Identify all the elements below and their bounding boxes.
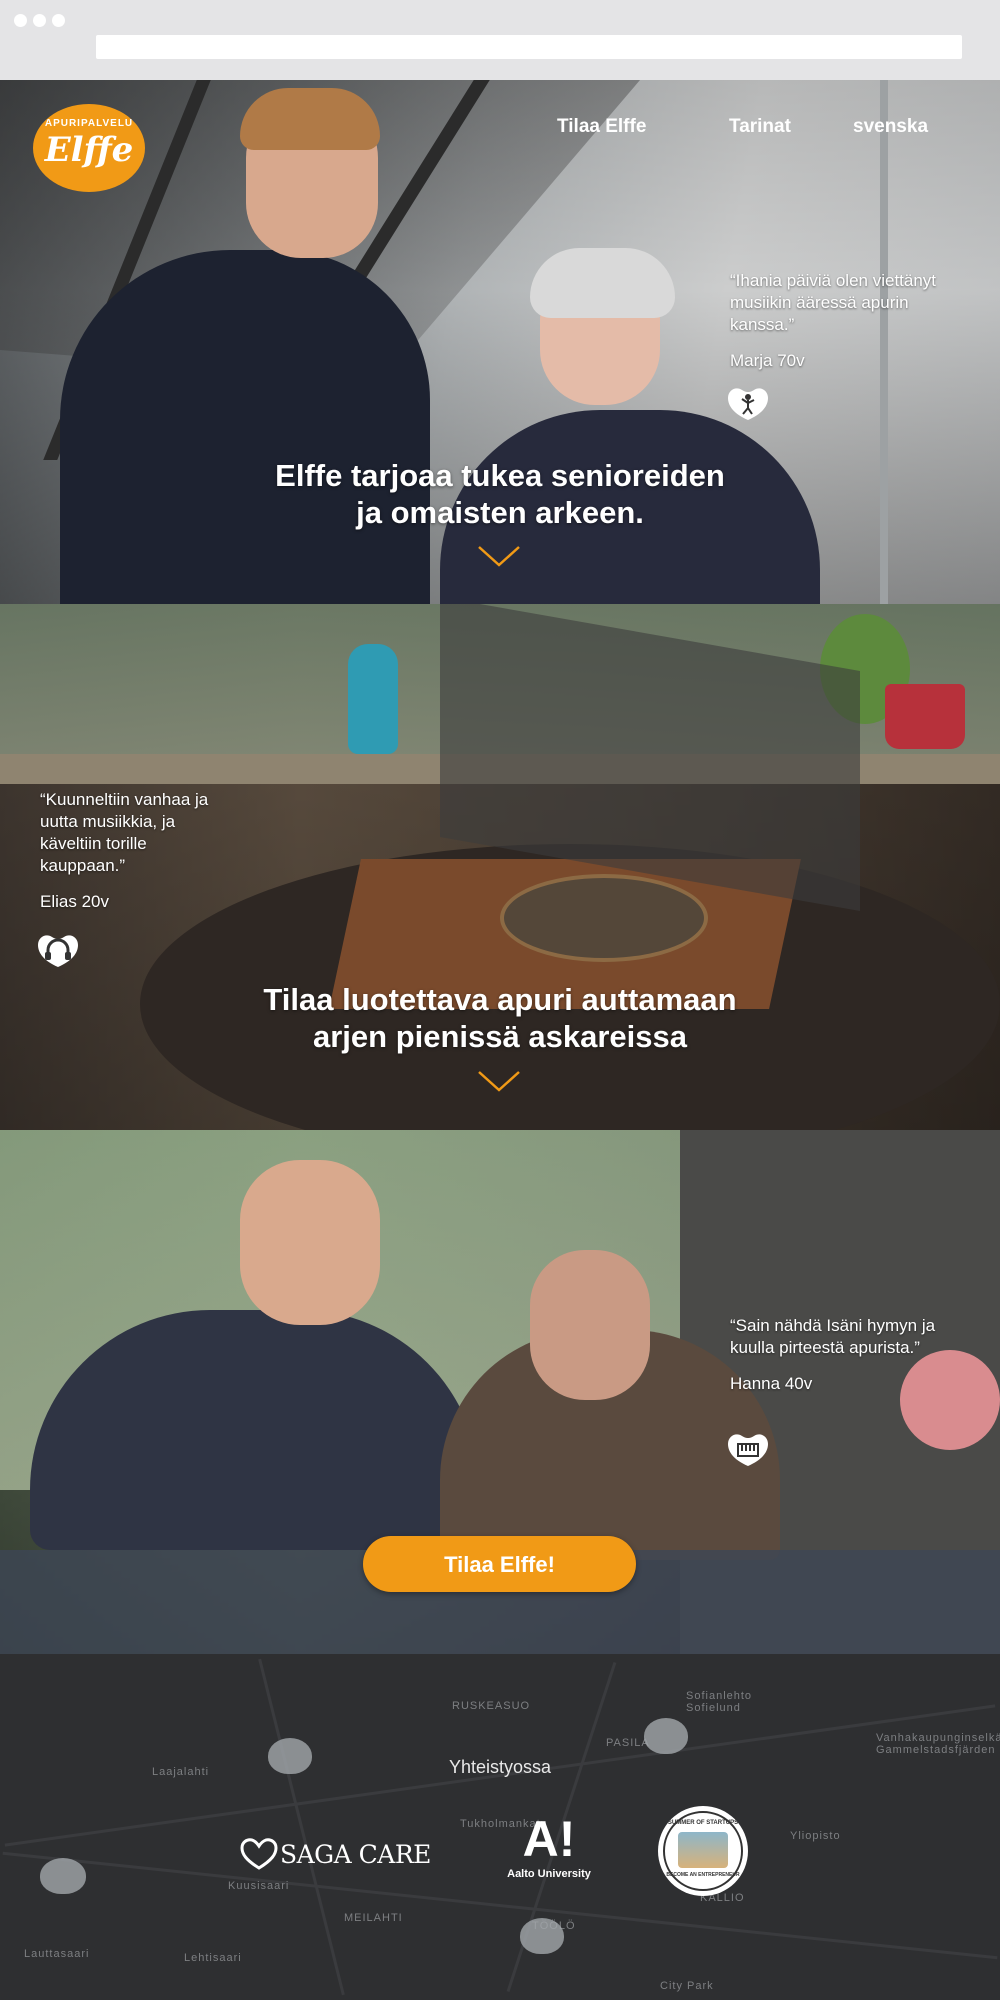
- partner-saga-care-logo[interactable]: SAGA CARE: [240, 1834, 440, 1874]
- testimonial-quote: “Ihania päiviä olen viettänyt musiikin ä…: [730, 271, 937, 334]
- map-label: Lauttasaari: [24, 1948, 90, 1960]
- map-pin-blob: [644, 1718, 688, 1754]
- photo-vinyl-platter: [500, 874, 708, 962]
- map-pin-blob: [520, 1918, 564, 1954]
- nav-link-stories[interactable]: Tarinat: [729, 116, 791, 138]
- map-label: Yliopisto: [790, 1830, 841, 1842]
- testimonial-author: Hanna 40v: [730, 1374, 813, 1393]
- window-close-icon[interactable]: [14, 14, 27, 27]
- heart-icon: [240, 1838, 278, 1870]
- window-maximize-icon[interactable]: [52, 14, 65, 27]
- elffe-logo[interactable]: APURIPALVELU Elffe: [33, 104, 145, 192]
- dancing-person-icon: [728, 388, 768, 420]
- map-label: Lehtisaari: [184, 1952, 242, 1964]
- piano-icon: [728, 1434, 768, 1466]
- nav-link-swedish[interactable]: svenska: [853, 116, 928, 138]
- headline-line: ja omaisten arkeen.: [356, 495, 644, 530]
- nav-link-order[interactable]: Tilaa Elffe: [557, 116, 646, 138]
- testimonial-1: “Ihania päiviä olen viettänyt musiikin ä…: [730, 270, 950, 372]
- photo-man-hair: [240, 88, 380, 150]
- window-minimize-icon[interactable]: [33, 14, 46, 27]
- map-label: Sofianlehto Sofielund: [686, 1690, 753, 1714]
- map-road: [258, 1658, 345, 1996]
- headline-line: Elffe tarjoaa tukea senioreiden: [275, 458, 725, 493]
- map-label: RUSKEASUO: [452, 1700, 531, 1712]
- hero-1-headline: Elffe tarjoaa tukea senioreiden ja omais…: [0, 457, 1000, 531]
- partner-name: A!: [522, 1811, 576, 1867]
- map-label: MEILAHTI: [344, 1912, 403, 1924]
- partner-subtitle: BECOME AN ENTREPRENEUR: [666, 1872, 740, 1878]
- photo-old-man-face: [530, 1250, 650, 1400]
- headline-line: arjen pienissä askareissa: [313, 1019, 687, 1054]
- map-label: City Park: [660, 1980, 714, 1992]
- map-label: Kuusisaari: [228, 1880, 290, 1892]
- partner-summer-of-startups-logo[interactable]: SUMMER OF STARTUPS BECOME AN ENTREPRENEU…: [658, 1806, 748, 1896]
- testimonial-author: Marja 70v: [730, 351, 805, 370]
- photo-red-pot: [885, 684, 965, 749]
- browser-chrome: [0, 0, 1000, 80]
- seal-picture: [678, 1832, 728, 1868]
- partners-title: Yhteistyossa: [448, 1757, 552, 1777]
- testimonial-3: “Sain nähdä Isäni hymyn ja kuulla pirtee…: [730, 1315, 950, 1395]
- partner-subtitle: Aalto University: [507, 1868, 591, 1880]
- order-elffe-button[interactable]: Tilaa Elffe!: [363, 1536, 636, 1592]
- logo-tagline: APURIPALVELU: [44, 118, 134, 129]
- map-label: Vanhakaupunginselkä Gammelstadsfjärden: [876, 1732, 1000, 1756]
- logo-wordmark: Elffe: [44, 130, 134, 170]
- photo-blue-vase: [348, 644, 398, 754]
- partner-name: SAGA CARE: [280, 1840, 431, 1869]
- chevron-down-icon[interactable]: [477, 545, 521, 569]
- partner-name: SUMMER OF STARTUPS: [667, 1820, 739, 1826]
- headline-line: Tilaa luotettava apuri auttamaan: [263, 982, 737, 1017]
- testimonial-author: Elias 20v: [40, 892, 109, 911]
- testimonial-quote: “Sain nähdä Isäni hymyn ja kuulla pirtee…: [730, 1316, 936, 1357]
- map-pin-blob: [40, 1858, 86, 1894]
- photo-man-jacket: [60, 250, 430, 604]
- partner-aalto-logo[interactable]: A! Aalto University: [494, 1812, 604, 1892]
- testimonial-quote: “Kuunneltiin vanhaa ja uutta musiikkia, …: [40, 790, 209, 875]
- photo-young-man-face: [240, 1160, 380, 1325]
- photo-woman-hair: [530, 248, 675, 318]
- testimonial-2: “Kuunneltiin vanhaa ja uutta musiikkia, …: [40, 789, 230, 913]
- hero-2-headline: Tilaa luotettava apuri auttamaan arjen p…: [0, 981, 1000, 1055]
- address-bar[interactable]: [96, 35, 962, 59]
- headphones-icon: [38, 935, 78, 967]
- chevron-down-icon[interactable]: [477, 1070, 521, 1094]
